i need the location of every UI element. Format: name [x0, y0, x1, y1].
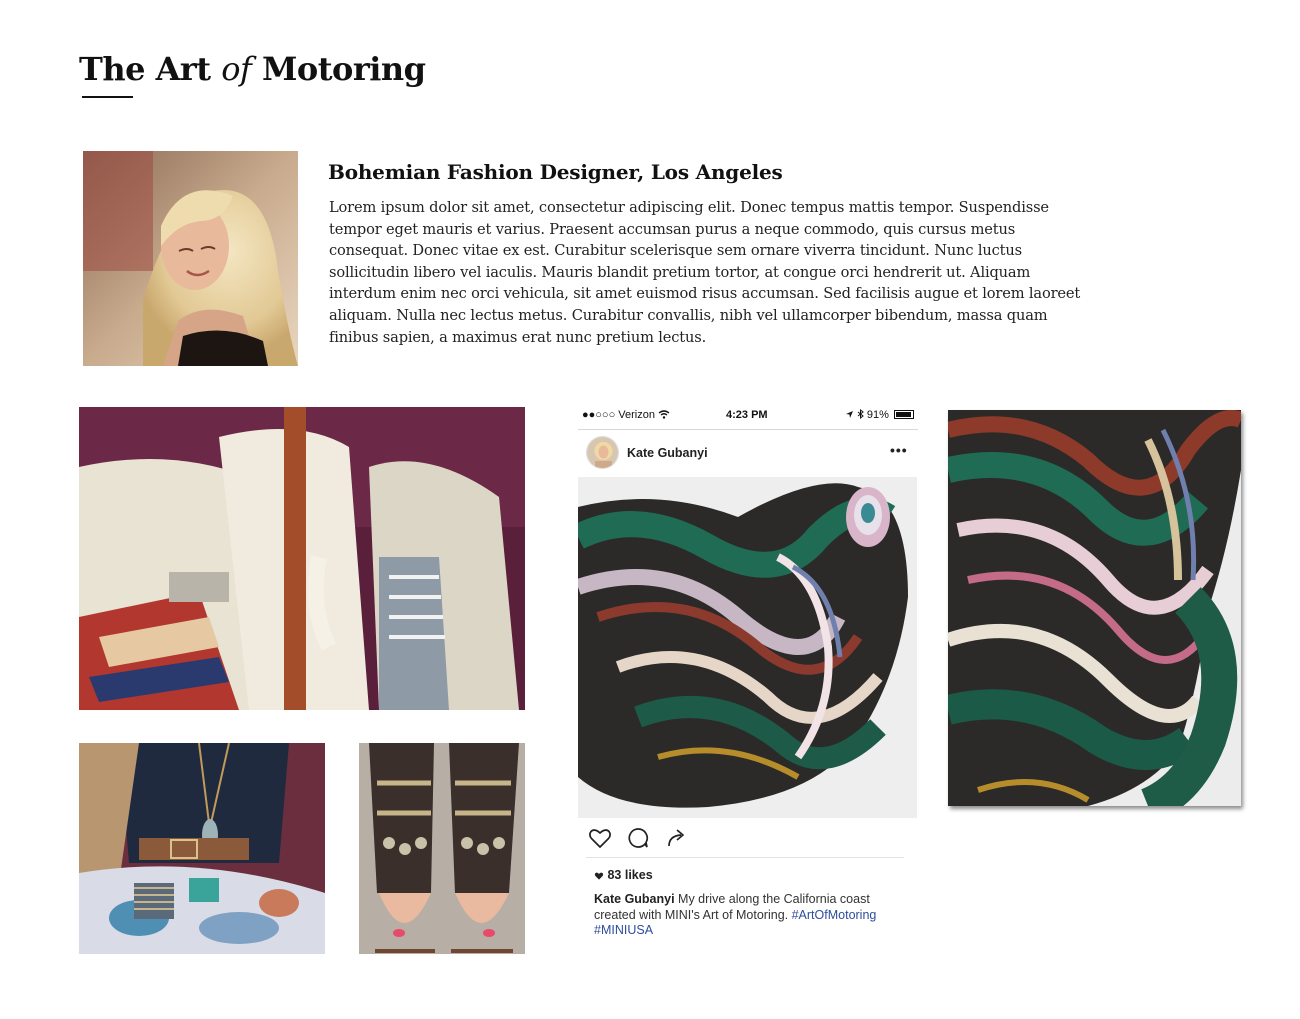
designer-portrait-photo	[83, 151, 298, 366]
carrier-text: ●●○○○ Verizon	[582, 409, 655, 421]
comment-icon[interactable]	[626, 826, 650, 850]
sandals-photo	[359, 743, 525, 954]
hashtag-miniusa[interactable]: #MINIUSA	[594, 923, 653, 937]
bluetooth-icon	[857, 408, 864, 420]
title-part-1: The Art	[79, 50, 211, 88]
bohemian-outfit-photo	[79, 407, 525, 710]
hashtag-artofmotoring[interactable]: #ArtOfMotoring	[792, 908, 877, 922]
title-underline	[82, 96, 133, 98]
heart-icon[interactable]	[588, 826, 612, 850]
more-options-icon[interactable]: •••	[890, 442, 908, 458]
likes-count: 83 likes	[594, 868, 653, 882]
caption-username[interactable]: Kate Gubanyi	[594, 892, 675, 906]
avatar[interactable]	[586, 436, 619, 469]
clock-time: 4:23 PM	[726, 409, 768, 421]
instagram-post-screenshot: ●●○○○ Verizon 4:23 PM 91% Kate Gubanyi •…	[578, 405, 918, 945]
battery-icon	[894, 410, 914, 419]
wifi-icon	[658, 410, 670, 419]
header-divider	[578, 429, 918, 430]
page-title: The Art of Motoring	[79, 50, 426, 88]
battery-status: 91%	[845, 408, 914, 421]
post-caption: Kate Gubanyi My drive along the Californ…	[594, 892, 894, 939]
likes-text: 83 likes	[607, 868, 653, 882]
title-part-3: Motoring	[261, 50, 426, 88]
post-username[interactable]: Kate Gubanyi	[627, 446, 708, 460]
necklace-and-bracelets-photo	[79, 743, 325, 954]
phone-status-bar: ●●○○○ Verizon 4:23 PM 91%	[578, 405, 918, 427]
share-icon[interactable]	[664, 826, 688, 850]
post-image	[578, 477, 917, 818]
actions-divider	[586, 857, 904, 858]
title-part-2: of	[221, 50, 252, 88]
battery-percent: 91%	[866, 409, 889, 421]
location-arrow-icon	[845, 411, 853, 418]
carrier-label: ●●○○○ Verizon	[582, 409, 670, 421]
heart-filled-icon	[594, 872, 604, 880]
bio-body-text: Lorem ipsum dolor sit amet, consectetur …	[329, 199, 1081, 346]
art-closeup-photo	[948, 410, 1241, 806]
bio-heading: Bohemian Fashion Designer, Los Angeles	[328, 160, 783, 184]
